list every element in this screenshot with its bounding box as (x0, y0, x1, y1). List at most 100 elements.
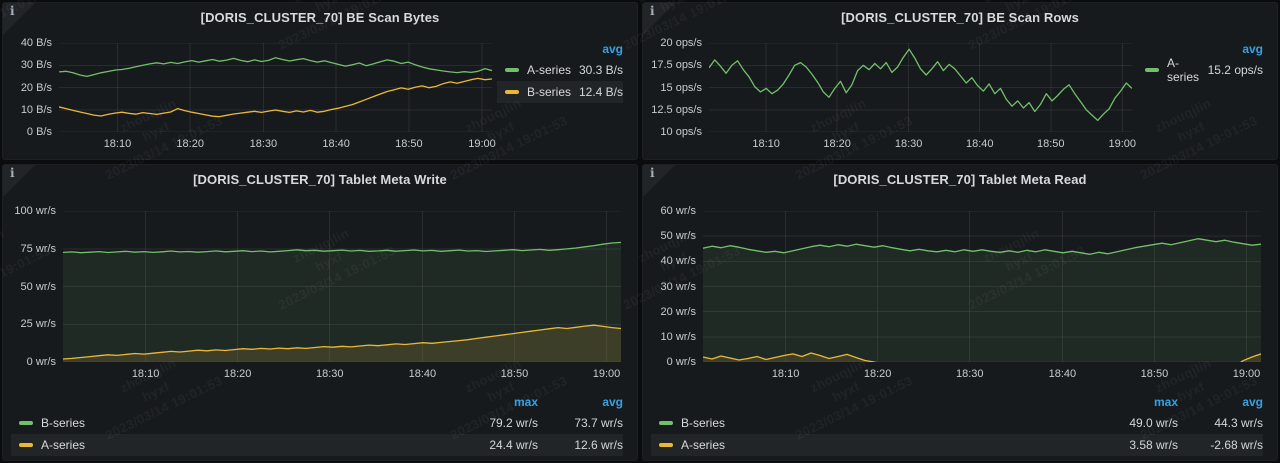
plot-canvas[interactable] (63, 211, 621, 362)
x-axis-tick: 18:30 (233, 138, 293, 150)
x-axis-tick: 18:10 (87, 138, 147, 150)
x-axis-tick: 18:40 (950, 138, 1010, 150)
series-color-swatch[interactable] (19, 421, 33, 425)
legend-row[interactable]: B-series49.0 wr/s44.3 wr/s (651, 412, 1263, 434)
x-axis-tick: 18:50 (1124, 368, 1184, 380)
legend: avgA-series30.3 B/sB-series12.4 B/s (497, 3, 637, 159)
x-axis-tick: 18:20 (160, 138, 220, 150)
series-color-swatch[interactable] (659, 443, 673, 447)
legend-row[interactable]: B-series79.2 wr/s73.7 wr/s (11, 412, 623, 434)
y-axis-tick: 12.5 ops/s (643, 104, 702, 116)
chart-area[interactable]: 40 B/s30 B/s20 B/s10 B/s0 B/s18:1018:201… (3, 3, 497, 159)
x-axis-tick: 19:00 (452, 138, 512, 150)
panel-body: 40 B/s30 B/s20 B/s10 B/s0 B/s18:1018:201… (3, 3, 637, 159)
legend: maxavgB-series49.0 wr/s44.3 wr/sA-series… (651, 392, 1263, 456)
series-fill-b-series (703, 239, 1261, 362)
legend: maxavgB-series79.2 wr/s73.7 wr/sA-series… (11, 392, 623, 456)
legend-stat-header-avg[interactable]: avg (1178, 395, 1263, 409)
chart-svg (709, 43, 1132, 132)
x-axis-tick: 18:20 (208, 368, 268, 380)
panel-tablet-meta-read: i [DORIS_CLUSTER_70] Tablet Meta Read 60… (642, 164, 1278, 461)
plot-canvas[interactable] (703, 211, 1261, 362)
legend-stat-header-avg[interactable]: avg (538, 395, 623, 409)
x-axis-tick: 18:30 (879, 138, 939, 150)
x-axis-tick: 18:10 (116, 368, 176, 380)
dashboard: i [DORIS_CLUSTER_70] BE Scan Bytes 40 B/… (0, 0, 1280, 463)
series-stat-avg: 12.4 B/s (579, 85, 623, 99)
series-color-swatch[interactable] (505, 68, 519, 72)
series-stat-avg: 12.6 wr/s (538, 438, 623, 452)
legend-stat-header-avg[interactable]: avg (602, 42, 623, 56)
series-stat-max: 24.4 wr/s (453, 438, 538, 452)
y-axis-tick: 30 wr/s (643, 281, 696, 293)
x-axis-tick: 18:10 (736, 138, 796, 150)
y-axis-tick: 20 ops/s (643, 37, 702, 49)
series-color-swatch[interactable] (19, 443, 33, 447)
chart-svg (63, 211, 621, 362)
chart-svg (703, 211, 1261, 362)
y-axis-tick: 0 B/s (3, 126, 52, 138)
legend-header: avg (497, 39, 623, 59)
x-axis-tick: 18:30 (940, 368, 1000, 380)
legend-header: maxavg (11, 392, 623, 412)
x-axis-tick: 18:50 (379, 138, 439, 150)
chart-svg (59, 43, 492, 132)
y-axis-tick: 50 wr/s (643, 230, 696, 242)
series-name[interactable]: B-series (681, 416, 1093, 430)
series-name[interactable]: B-series (41, 416, 453, 430)
panel-be-scan-rows: i [DORIS_CLUSTER_70] BE Scan Rows 20 ops… (642, 2, 1278, 160)
y-axis-tick: 15 ops/s (643, 82, 702, 94)
series-name[interactable]: A-series (41, 438, 453, 452)
plot-canvas[interactable] (59, 43, 492, 132)
legend-row[interactable]: B-series12.4 B/s (497, 81, 623, 103)
series-name[interactable]: A-series (681, 438, 1093, 452)
series-name[interactable]: A-series (1167, 56, 1208, 84)
y-axis-tick: 17.5 ops/s (643, 59, 702, 71)
series-color-swatch[interactable] (1145, 68, 1159, 72)
legend-row[interactable]: A-series24.4 wr/s12.6 wr/s (11, 434, 623, 456)
series-color-swatch[interactable] (659, 421, 673, 425)
series-name[interactable]: A-series (527, 63, 579, 77)
series-stat-avg: 44.3 wr/s (1178, 416, 1263, 430)
series-name[interactable]: B-series (527, 85, 579, 99)
series-stat-avg: 15.2 ops/s (1208, 63, 1263, 77)
x-axis-tick: 18:20 (848, 368, 908, 380)
legend-row[interactable]: A-series15.2 ops/s (1137, 59, 1263, 81)
x-axis-tick: 18:50 (484, 368, 544, 380)
legend-stat-header-avg[interactable]: avg (1242, 42, 1263, 56)
y-axis-tick: 75 wr/s (3, 243, 56, 255)
legend-stat-header-max[interactable]: max (453, 395, 538, 409)
series-color-swatch[interactable] (505, 90, 519, 94)
y-axis-tick: 0 wr/s (3, 356, 56, 368)
y-axis-tick: 20 B/s (3, 82, 52, 94)
y-axis-tick: 25 wr/s (3, 318, 56, 330)
plot-canvas[interactable] (709, 43, 1132, 132)
series-stat-avg: 30.3 B/s (579, 63, 623, 77)
series-stat-max: 49.0 wr/s (1093, 416, 1178, 430)
x-axis-tick: 19:00 (1216, 368, 1276, 380)
y-axis-tick: 10 B/s (3, 104, 52, 116)
series-stat-max: 3.58 wr/s (1093, 438, 1178, 452)
series-line-b-series (59, 78, 492, 116)
x-axis-tick: 19:00 (1092, 138, 1152, 150)
chart-area[interactable]: 20 ops/s 17.5 ops/s 15 ops/s 12.5 ops/s 10 o… (643, 3, 1137, 159)
y-axis-tick: 10 wr/s (643, 331, 696, 343)
x-axis-tick: 18:10 (756, 368, 816, 380)
series-stat-max: 79.2 wr/s (453, 416, 538, 430)
y-axis-tick: 10 ops/s (643, 126, 702, 138)
panel-body: 20 ops/s 17.5 ops/s 15 ops/s 12.5 ops/s 10 o… (643, 3, 1277, 159)
y-axis-tick: 50 wr/s (3, 281, 56, 293)
y-axis-tick: 20 wr/s (643, 306, 696, 318)
legend-row[interactable]: A-series3.58 wr/s-2.68 wr/s (651, 434, 1263, 456)
x-axis-tick: 19:00 (576, 368, 636, 380)
panel-tablet-meta-write: i [DORIS_CLUSTER_70] Tablet Meta Write 1… (2, 164, 638, 461)
legend-stat-header-max[interactable]: max (1093, 395, 1178, 409)
legend-row[interactable]: A-series30.3 B/s (497, 59, 623, 81)
y-axis-tick: 100 wr/s (3, 205, 56, 217)
y-axis-tick: 0 wr/s (643, 356, 696, 368)
y-axis-tick: 40 B/s (3, 37, 52, 49)
legend-header: maxavg (651, 392, 1263, 412)
x-axis-tick: 18:20 (807, 138, 867, 150)
panel-be-scan-bytes: i [DORIS_CLUSTER_70] BE Scan Bytes 40 B/… (2, 2, 638, 160)
series-stat-avg: 73.7 wr/s (538, 416, 623, 430)
